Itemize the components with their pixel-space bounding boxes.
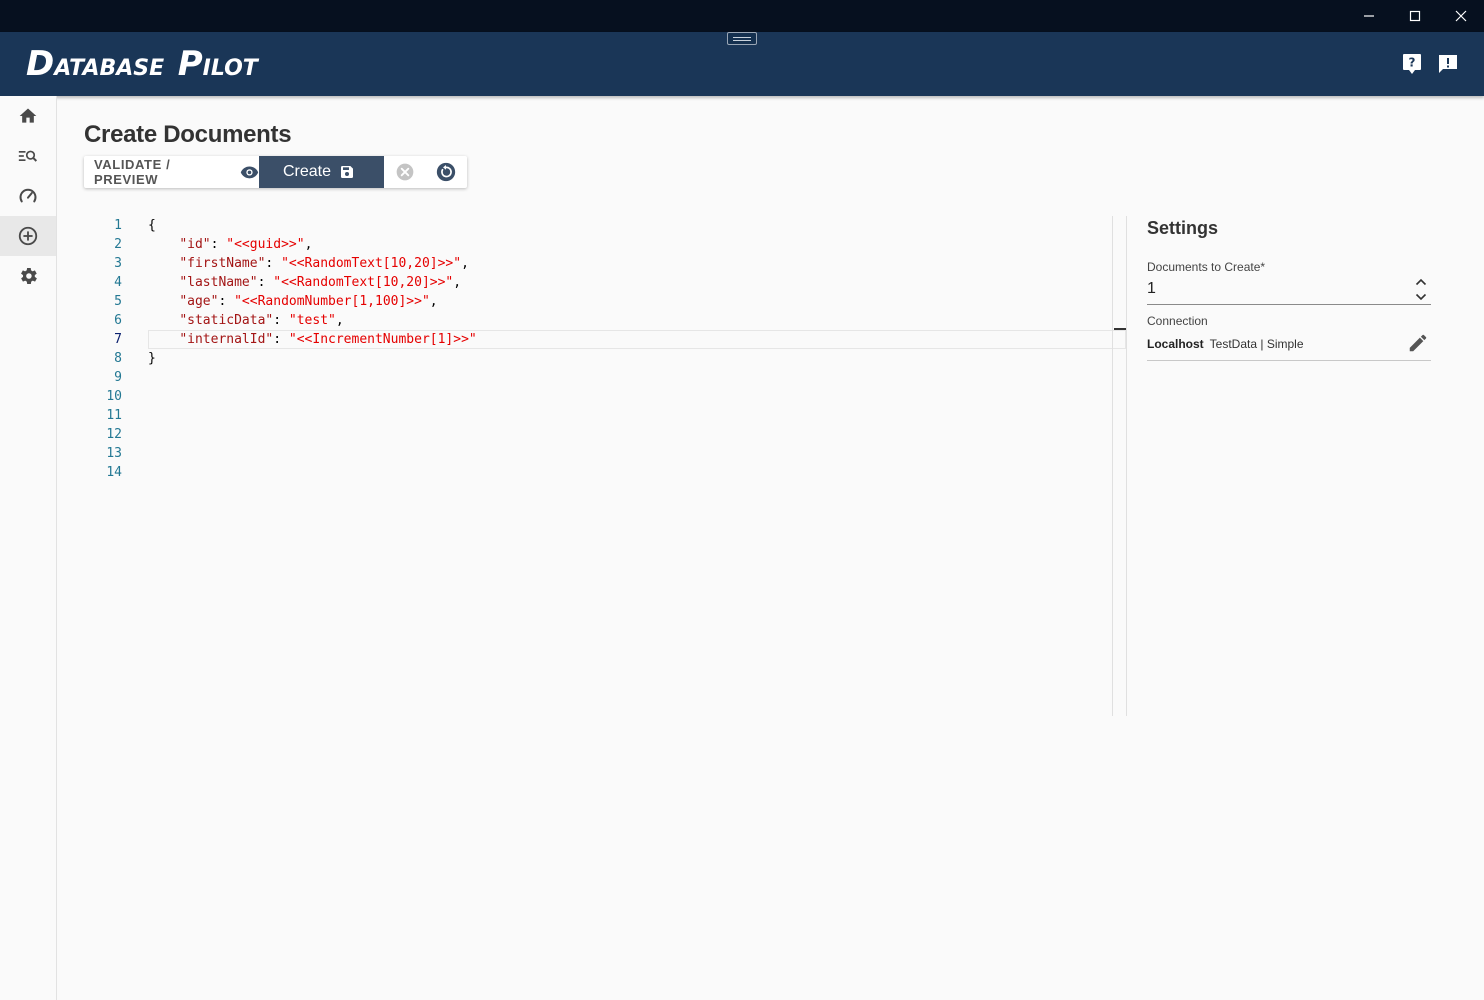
nav-settings[interactable] — [0, 256, 56, 296]
window-titlebar — [0, 0, 1484, 32]
code-line: { — [148, 218, 156, 233]
settings-title: Settings — [1147, 218, 1219, 238]
line-number: 2 — [114, 237, 122, 252]
create-button-label: Create — [283, 163, 332, 180]
dashboard-gauge-icon — [19, 188, 37, 203]
feedback-button[interactable] — [1434, 50, 1462, 78]
chevron-up-icon — [1415, 278, 1427, 286]
code-line: } — [148, 351, 156, 366]
connection-label: Connection — [1147, 314, 1208, 328]
line-number: 8 — [114, 351, 122, 366]
json-editor[interactable]: 1 2 3 4 5 6 7 8 9 10 11 12 13 14 { "id":… — [84, 216, 1126, 716]
clear-button[interactable] — [384, 156, 425, 188]
edit-connection-button[interactable] — [1407, 332, 1431, 356]
drag-handle[interactable] — [727, 32, 757, 45]
close-icon — [1455, 10, 1467, 22]
cursor-position-marker — [1114, 328, 1126, 330]
documents-to-create-input[interactable]: 1 — [1147, 280, 1156, 298]
validate-preview-label: VALIDATE / PREVIEW — [94, 157, 171, 187]
side-navigation — [0, 96, 57, 1000]
code-line: "staticData": "test", — [179, 313, 344, 328]
query-search-icon — [18, 150, 38, 162]
line-number: 5 — [114, 294, 122, 309]
line-number: 11 — [106, 408, 122, 423]
line-number: 1 — [114, 218, 122, 233]
documents-to-create-label: Documents to Create* — [1147, 260, 1266, 274]
page-title: Create Documents — [84, 121, 292, 148]
minimize-button[interactable] — [1346, 0, 1392, 32]
feedback-icon — [1439, 55, 1457, 73]
editor-scrollbar[interactable] — [1112, 216, 1127, 716]
documents-field-underline — [1147, 304, 1431, 305]
line-number: 14 — [106, 465, 122, 480]
reset-icon — [436, 162, 455, 182]
connection-host: Localhost — [1147, 337, 1204, 351]
number-stepper[interactable] — [1413, 276, 1429, 304]
cancel-circle-icon — [396, 163, 413, 181]
connection-detail: TestData | Simple — [1209, 337, 1304, 351]
eye-icon — [240, 166, 259, 179]
validate-preview-button[interactable]: VALIDATE / PREVIEW — [84, 156, 259, 188]
pencil-icon — [1409, 334, 1427, 352]
settings-panel: Settings Documents to Create* 1 Connecti… — [1147, 218, 1431, 361]
gear-icon — [21, 268, 37, 284]
code-line: "firstName": "<<RandomText[10,20]>>", — [179, 256, 469, 271]
connection-value: Localhost TestData | Simple — [1147, 337, 1304, 351]
home-icon — [19, 108, 37, 123]
code-line: "age": "<<RandomNumber[1,100]>>", — [179, 294, 438, 309]
line-number: 4 — [114, 275, 122, 290]
nav-create-documents[interactable] — [0, 216, 56, 256]
reset-button[interactable] — [425, 156, 466, 188]
nav-dashboard[interactable] — [0, 176, 56, 216]
connection-field-underline — [1147, 360, 1431, 361]
line-number: 3 — [114, 256, 122, 271]
line-number: 6 — [114, 313, 122, 328]
line-number: 13 — [106, 446, 122, 461]
add-circle-icon — [18, 226, 38, 246]
document-toolbar: VALIDATE / PREVIEW Create — [84, 156, 467, 188]
line-number: 9 — [114, 370, 122, 385]
code-line: "id": "<<guid>>", — [179, 237, 313, 252]
app-logo: DATABASE PILOT — [26, 44, 258, 84]
svg-text:?: ? — [1409, 56, 1416, 70]
nav-home[interactable] — [0, 96, 56, 136]
create-button[interactable]: Create — [259, 156, 384, 188]
minimize-icon — [1364, 15, 1374, 17]
save-icon — [341, 166, 354, 178]
help-icon: ? — [1403, 54, 1421, 74]
line-number: 12 — [106, 427, 122, 442]
chevron-down-icon — [1415, 293, 1427, 301]
code-line: "internalId": "<<IncrementNumber[1]>>" — [179, 332, 477, 347]
nav-query[interactable] — [0, 136, 56, 176]
maximize-icon — [1409, 10, 1421, 22]
close-window-button[interactable] — [1438, 0, 1484, 32]
maximize-button[interactable] — [1392, 0, 1438, 32]
code-line: "lastName": "<<RandomText[10,20]>>", — [179, 275, 462, 290]
line-number: 10 — [106, 389, 122, 404]
help-button[interactable]: ? — [1398, 50, 1426, 78]
line-number: 7 — [114, 332, 122, 347]
